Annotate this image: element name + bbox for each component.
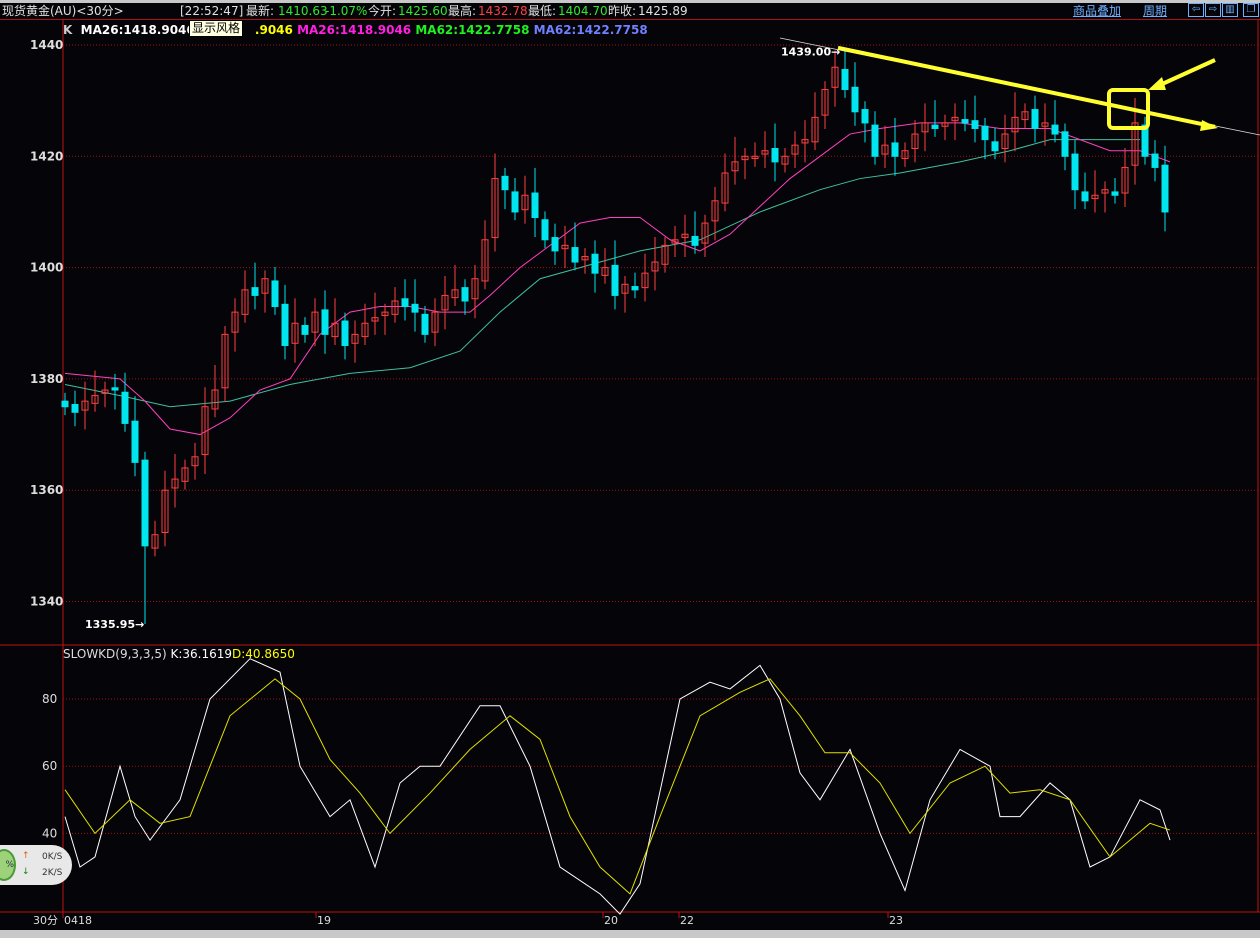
- time-unit-label: 30分: [33, 914, 58, 927]
- candle-down: [71, 403, 79, 413]
- legend-ma26-white: MA26:1418.9046: [80, 23, 195, 37]
- kd-d-value: D:40.8650: [232, 647, 295, 661]
- candle-down: [61, 400, 69, 408]
- ma-legend: K MA26:1418.9046 M.9046 MA26:1418.9046 M…: [63, 23, 648, 37]
- candle-down: [851, 86, 859, 113]
- candle-down: [141, 459, 149, 547]
- candle-down: [591, 253, 599, 274]
- legend-k: K: [63, 23, 73, 37]
- candle-down: [631, 286, 639, 291]
- kd-tick-label: 80: [42, 692, 57, 706]
- candle-down: [1051, 124, 1059, 135]
- kd-tick-label: 40: [42, 826, 57, 840]
- candle-down: [251, 287, 259, 296]
- upload-arrow-icon: ↑: [22, 851, 30, 861]
- candle-down: [131, 420, 139, 463]
- candle-down: [501, 175, 509, 191]
- candle-down: [991, 141, 999, 152]
- candle-down: [461, 287, 469, 302]
- price-tick-label: 1400: [30, 261, 63, 275]
- candle-down: [571, 247, 579, 263]
- candle-down: [531, 192, 539, 219]
- candle-down: [1081, 191, 1089, 202]
- candle-down: [541, 219, 549, 241]
- candle-down: [271, 280, 279, 308]
- pointer-arrowhead: [1148, 77, 1166, 90]
- price-tick-label: 1360: [30, 483, 63, 497]
- price-tick-label: 1340: [30, 595, 63, 609]
- price-tick-label: 1380: [30, 372, 63, 386]
- candle-down: [841, 68, 849, 91]
- candle-down: [961, 119, 969, 124]
- tooltip: 显示风格: [189, 20, 244, 37]
- download-arrow-icon: ↓: [22, 867, 30, 877]
- candle-down: [691, 235, 699, 246]
- network-ball: %: [0, 849, 16, 881]
- time-tick-label: 0418: [64, 914, 92, 927]
- candle-down: [551, 237, 559, 252]
- candle-down: [1151, 153, 1159, 168]
- time-tick-label: 19: [317, 914, 331, 927]
- candle-down: [1161, 164, 1169, 213]
- legend-ma-yellow-tail: .9046: [254, 23, 293, 37]
- price-tick-label: 1420: [30, 149, 63, 163]
- candle-down: [1071, 153, 1079, 191]
- candle-down: [861, 109, 869, 124]
- price-chart[interactable]: 1340 1360 1380 1400 1420 1440 40 60 80 0418 19 20 22…: [0, 0, 1260, 938]
- candle-down: [931, 124, 939, 129]
- candle-down: [111, 387, 119, 391]
- candle-down: [891, 142, 899, 157]
- candle-down: [341, 320, 349, 347]
- candle-down: [421, 313, 429, 335]
- legend-ma62-green: MA62:1422.7758: [415, 23, 530, 37]
- kd-legend: SLOWKD(9,3,3,5) K:36.1619D:40.8650: [63, 647, 295, 661]
- candle-down: [121, 391, 129, 424]
- kd-tick-label: 60: [42, 759, 57, 773]
- candle-down: [411, 303, 419, 313]
- candle-down: [1061, 131, 1069, 157]
- kd-name: SLOWKD(9,3,3,5): [63, 647, 167, 661]
- network-pct: %: [5, 860, 14, 870]
- low-annotation: 1335.95→: [85, 618, 144, 631]
- candle-down: [771, 148, 779, 163]
- pointer-arrow: [1159, 58, 1216, 87]
- kd-k-value: K:36.1619: [170, 647, 233, 661]
- candle-down: [1111, 191, 1119, 196]
- time-tick-label: 23: [889, 914, 903, 927]
- candle-down: [971, 120, 979, 129]
- time-tick-label: 22: [680, 914, 694, 927]
- candle-down: [511, 191, 519, 213]
- time-tick-label: 20: [604, 914, 618, 927]
- high-annotation: 1439.00→: [781, 46, 840, 59]
- kd-d-line: [64, 678, 1171, 895]
- candle-down: [611, 264, 619, 296]
- download-speed: 2K/S: [42, 868, 63, 878]
- legend-ma26-pink: MA26:1418.9046: [297, 23, 412, 37]
- trendline-arrowhead: [1200, 120, 1218, 131]
- legend-ma62-blue: MA62:1422.7758: [533, 23, 648, 37]
- candle-down: [871, 124, 879, 157]
- status-bar: [0, 930, 1260, 938]
- price-tick-label: 1440: [30, 38, 63, 52]
- candle-down: [981, 125, 989, 141]
- candle-down: [281, 303, 289, 347]
- network-speed-widget[interactable]: % ↑ 0K/S ↓ 2K/S: [0, 845, 72, 885]
- upload-speed: 0K/S: [42, 852, 63, 862]
- candle-down: [321, 309, 329, 335]
- candle-down: [1031, 109, 1039, 129]
- candle-down: [401, 298, 409, 308]
- candle-down: [301, 324, 309, 335]
